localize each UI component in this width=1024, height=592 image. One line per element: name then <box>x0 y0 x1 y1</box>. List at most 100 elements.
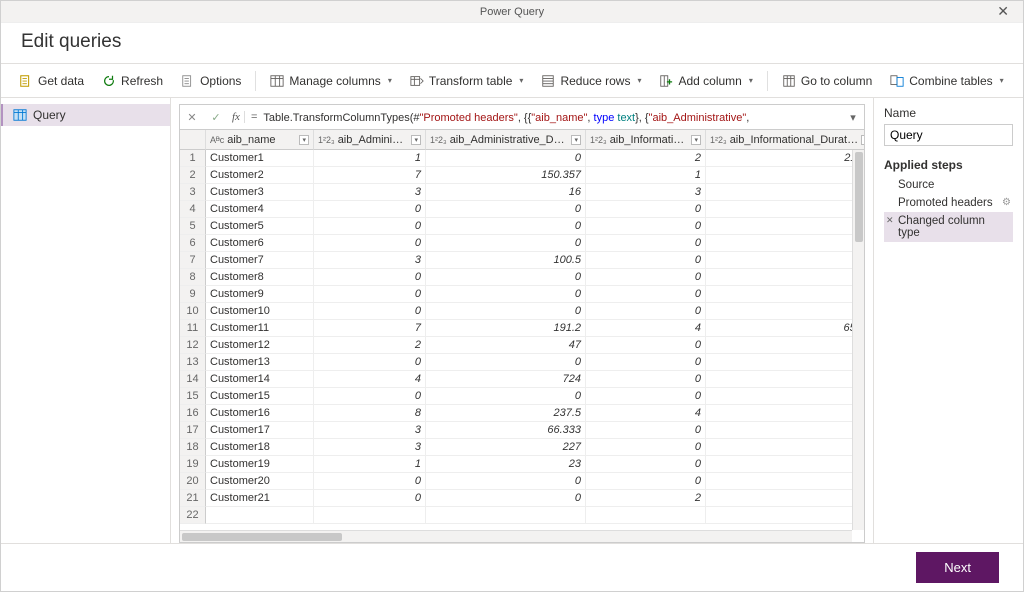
cell[interactable]: 0 <box>586 218 706 235</box>
cell[interactable]: 150.357 <box>426 167 586 184</box>
cell[interactable]: 0 <box>586 388 706 405</box>
cell[interactable]: 5 <box>706 490 865 507</box>
cell[interactable]: 7 <box>314 320 426 337</box>
row-number[interactable]: 19 <box>180 456 206 473</box>
cell[interactable] <box>706 337 865 354</box>
vertical-scrollbar[interactable] <box>852 150 864 530</box>
cell[interactable]: 23 <box>426 456 586 473</box>
cell[interactable]: Customer5 <box>206 218 314 235</box>
cell[interactable]: 1 <box>314 150 426 167</box>
cell[interactable]: 0 <box>586 439 706 456</box>
column-header[interactable]: 1²2₃aib_Informational_Duration▾ <box>706 130 865 150</box>
cell[interactable]: 3 <box>314 184 426 201</box>
row-number[interactable]: 8 <box>180 269 206 286</box>
cell[interactable] <box>426 507 586 524</box>
cell[interactable]: 66.333 <box>426 422 586 439</box>
cell[interactable] <box>706 507 865 524</box>
cell[interactable]: Customer8 <box>206 269 314 286</box>
cell[interactable]: 654.3 <box>706 320 865 337</box>
row-number[interactable]: 7 <box>180 252 206 269</box>
cell[interactable] <box>706 303 865 320</box>
cell[interactable] <box>706 422 865 439</box>
cell[interactable]: 0 <box>314 473 426 490</box>
cell[interactable]: 4 <box>314 371 426 388</box>
cell[interactable]: 2 <box>586 150 706 167</box>
cell[interactable]: 4 <box>586 320 706 337</box>
row-number[interactable]: 20 <box>180 473 206 490</box>
column-header[interactable]: 1²2₃aib_Administrative▾ <box>314 130 426 150</box>
cell[interactable]: 0 <box>314 218 426 235</box>
delete-step-icon[interactable]: ✕ <box>886 215 894 226</box>
cell[interactable]: 0 <box>426 490 586 507</box>
cell[interactable]: 3 <box>314 252 426 269</box>
cell[interactable]: 0 <box>586 422 706 439</box>
cell[interactable]: 0 <box>426 354 586 371</box>
cell[interactable] <box>706 218 865 235</box>
cell[interactable] <box>706 201 865 218</box>
cell[interactable]: Customer14 <box>206 371 314 388</box>
cell[interactable]: 3 <box>314 439 426 456</box>
column-filter-icon[interactable]: ▾ <box>411 135 421 145</box>
cell[interactable] <box>706 388 865 405</box>
cell[interactable] <box>706 167 865 184</box>
row-number[interactable]: 13 <box>180 354 206 371</box>
fx-icon[interactable]: fx <box>228 111 245 123</box>
options-button[interactable]: Options <box>173 70 249 92</box>
cell[interactable]: Customer9 <box>206 286 314 303</box>
get-data-button[interactable]: Get data <box>11 70 92 92</box>
cell[interactable]: Customer6 <box>206 235 314 252</box>
next-button[interactable]: Next <box>916 552 999 583</box>
cell[interactable]: 211.1 <box>706 150 865 167</box>
cancel-formula-icon[interactable]: ✕ <box>180 111 204 124</box>
cell[interactable]: Customer10 <box>206 303 314 320</box>
cell[interactable]: Customer20 <box>206 473 314 490</box>
cell[interactable]: 0 <box>586 354 706 371</box>
cell[interactable] <box>206 507 314 524</box>
cell[interactable]: 0 <box>314 303 426 320</box>
cell[interactable]: 0 <box>314 269 426 286</box>
cell[interactable]: 0 <box>426 269 586 286</box>
horizontal-scrollbar[interactable] <box>180 530 852 542</box>
cell[interactable]: 237.5 <box>426 405 586 422</box>
cell[interactable]: 0 <box>426 218 586 235</box>
row-number[interactable]: 14 <box>180 371 206 388</box>
cell[interactable] <box>586 507 706 524</box>
close-icon[interactable]: ✕ <box>989 3 1017 20</box>
row-number[interactable]: 1 <box>180 150 206 167</box>
cell[interactable] <box>706 235 865 252</box>
cell[interactable]: Customer7 <box>206 252 314 269</box>
cell[interactable]: Customer18 <box>206 439 314 456</box>
reduce-rows-button[interactable]: Reduce rows ▾ <box>533 70 649 92</box>
cell[interactable]: 14 <box>706 405 865 422</box>
step-source[interactable]: Source <box>884 176 1013 194</box>
row-number[interactable]: 18 <box>180 439 206 456</box>
cell[interactable]: 0 <box>314 388 426 405</box>
cell[interactable]: 0 <box>426 235 586 252</box>
cell[interactable]: 0 <box>314 490 426 507</box>
cell[interactable]: 4 <box>586 405 706 422</box>
cell[interactable]: 0 <box>426 286 586 303</box>
cell[interactable]: 0 <box>426 150 586 167</box>
column-header[interactable]: 1²2₃aib_Informational▾ <box>586 130 706 150</box>
cell[interactable] <box>706 371 865 388</box>
cell[interactable]: 1 <box>314 456 426 473</box>
row-number[interactable]: 5 <box>180 218 206 235</box>
cell[interactable]: 0 <box>314 286 426 303</box>
cell[interactable]: 191.2 <box>426 320 586 337</box>
cell[interactable] <box>706 439 865 456</box>
cell[interactable] <box>706 456 865 473</box>
cell[interactable]: 0 <box>586 252 706 269</box>
cell[interactable]: Customer21 <box>206 490 314 507</box>
cell[interactable]: 0 <box>586 201 706 218</box>
row-number[interactable]: 4 <box>180 201 206 218</box>
cell[interactable]: Customer11 <box>206 320 314 337</box>
cell[interactable]: 0 <box>586 456 706 473</box>
cell[interactable]: 0 <box>586 235 706 252</box>
cell[interactable]: Customer16 <box>206 405 314 422</box>
accept-formula-icon[interactable]: ✓ <box>204 111 228 124</box>
cell[interactable] <box>706 286 865 303</box>
cell[interactable] <box>706 354 865 371</box>
cell[interactable]: 0 <box>426 303 586 320</box>
go-to-column-button[interactable]: Go to column <box>774 70 880 92</box>
cell[interactable]: 0 <box>586 286 706 303</box>
